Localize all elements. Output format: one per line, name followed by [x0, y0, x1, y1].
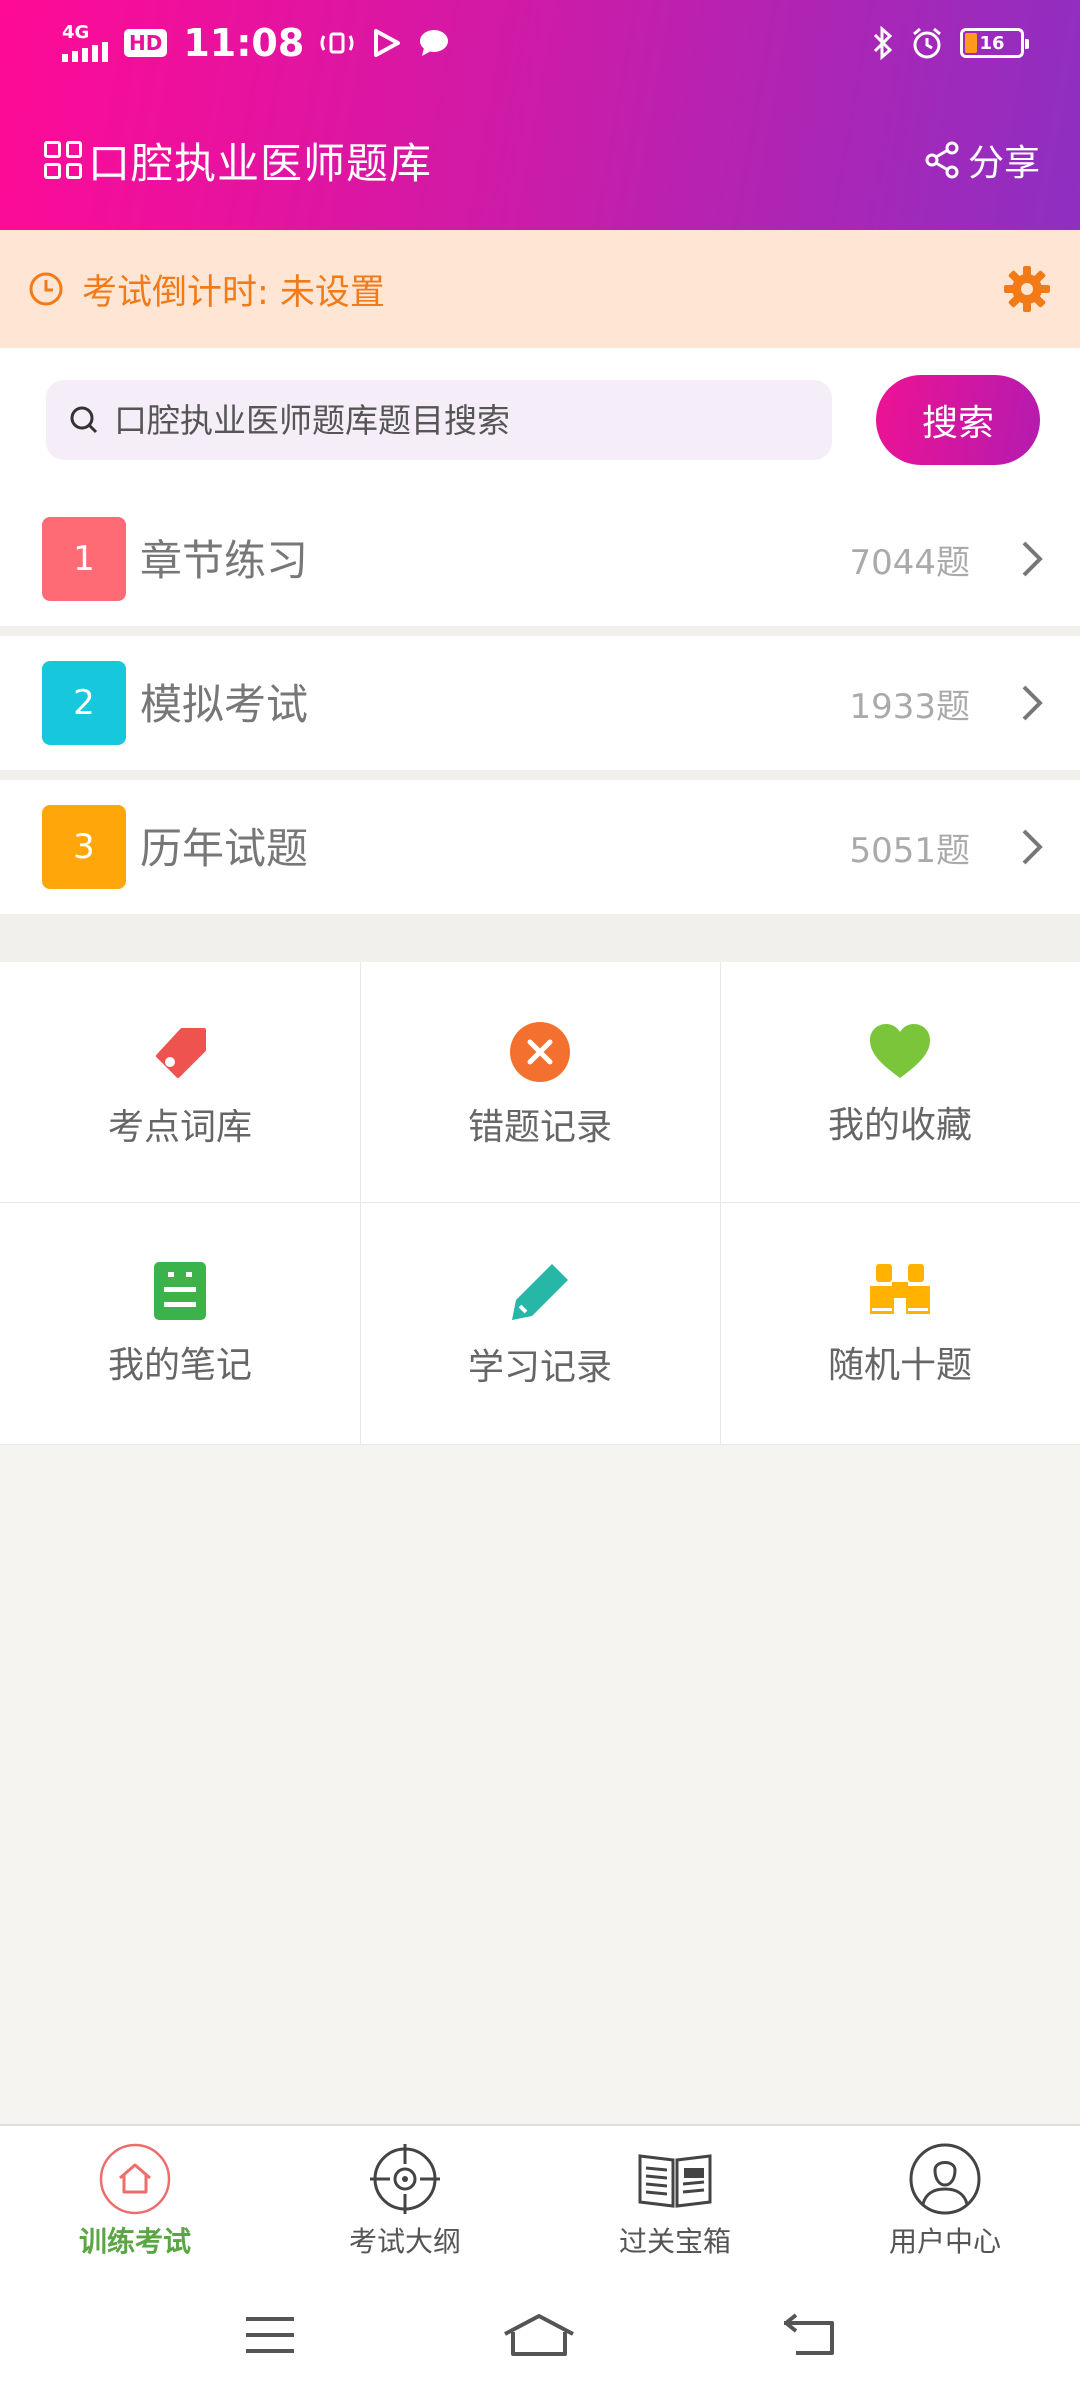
- app-title: 口腔执业医师题库: [88, 138, 433, 188]
- play-icon: [374, 29, 401, 57]
- tool-label: 考点词库: [107, 1107, 252, 1148]
- tool-label: 我的收藏: [827, 1105, 972, 1146]
- menu-icon[interactable]: [244, 2315, 296, 2355]
- search-icon: [70, 406, 98, 434]
- nav-label: 过关宝箱: [618, 2225, 731, 2258]
- message-icon: [420, 30, 449, 56]
- back-icon[interactable]: [782, 2313, 836, 2357]
- divider: [0, 770, 1080, 780]
- search-input[interactable]: [114, 400, 794, 440]
- list-item-mock-exam[interactable]: 2 模拟考试 1933题: [0, 636, 1080, 770]
- tool-random-ten[interactable]: 随机十题: [720, 1202, 1080, 1442]
- user-icon: [909, 2143, 981, 2215]
- share-label: 分享: [967, 143, 1040, 184]
- item-count: 5051题: [849, 830, 970, 871]
- status-bar: 4G HD 11:08 16: [0, 0, 1080, 86]
- exam-countdown-bar: 考试倒计时: 未设置: [0, 230, 1080, 348]
- divider: [0, 1444, 1080, 1445]
- search-button[interactable]: 搜索: [876, 375, 1040, 465]
- home-button-icon[interactable]: [503, 2312, 575, 2358]
- gear-icon[interactable]: [1002, 264, 1052, 314]
- share-button[interactable]: 分享: [924, 134, 1040, 186]
- close-circle-icon: [510, 1022, 570, 1082]
- tool-label: 我的笔记: [107, 1345, 252, 1386]
- tool-keyword-library[interactable]: 考点词库: [0, 962, 360, 1202]
- notebook-icon: [154, 1262, 206, 1320]
- item-label: 模拟考试: [140, 679, 309, 729]
- chevron-right-icon: [1022, 541, 1043, 577]
- target-icon: [370, 2144, 440, 2214]
- nav-label: 用户中心: [888, 2225, 1001, 2258]
- pencil-icon: [512, 1264, 568, 1320]
- item-count: 7044题: [849, 542, 970, 583]
- app-bar: 口腔执业医师题库 分享: [0, 110, 1080, 210]
- heart-icon: [870, 1024, 930, 1078]
- nav-item-training[interactable]: 训练考试: [0, 2126, 270, 2270]
- tool-label: 学习记录: [467, 1347, 612, 1388]
- clock-icon: [29, 272, 63, 306]
- home-icon: [99, 2143, 171, 2215]
- list-item-chapter-practice[interactable]: 1 章节练习 7044题: [0, 492, 1080, 626]
- section-gap: [0, 914, 1080, 962]
- bluetooth-icon: [873, 26, 893, 60]
- divider: [0, 626, 1080, 636]
- signal-icon: 4G: [62, 24, 108, 62]
- nav-item-treasure-box[interactable]: 过关宝箱: [540, 2126, 810, 2270]
- nav-label: 考试大纲: [348, 2225, 461, 2258]
- list-item-past-exams[interactable]: 3 历年试题 5051题: [0, 780, 1080, 914]
- number-badge: 3: [42, 805, 126, 889]
- tool-wrong-answers[interactable]: 错题记录: [360, 962, 720, 1202]
- tool-study-record[interactable]: 学习记录: [360, 1202, 720, 1442]
- bottom-nav: 训练考试 考试大纲 过关宝箱 用户中心: [0, 2124, 1080, 2270]
- grid-menu-icon[interactable]: [44, 141, 82, 179]
- header: 4G HD 11:08 16 口腔执业医师题库 分享: [0, 0, 1080, 230]
- alarm-icon: [913, 27, 941, 59]
- tool-label: 错题记录: [467, 1107, 612, 1148]
- system-nav-bar: [0, 2270, 1080, 2400]
- binoculars-icon: [870, 1264, 930, 1314]
- item-label: 历年试题: [140, 823, 309, 873]
- tool-label: 随机十题: [827, 1345, 972, 1386]
- hd-icon: HD: [124, 29, 168, 57]
- tools-grid: 考点词库 错题记录 我的收藏 我的笔记 学习记录 随机十题: [0, 962, 1080, 1444]
- countdown-text: 考试倒计时: 未设置: [82, 272, 385, 313]
- battery-icon: 16: [960, 28, 1029, 58]
- nav-item-user-center[interactable]: 用户中心: [810, 2126, 1080, 2270]
- nav-label: 训练考试: [78, 2225, 191, 2258]
- nav-item-syllabus[interactable]: 考试大纲: [270, 2126, 540, 2270]
- vibrate-icon: [320, 32, 354, 54]
- item-label: 章节练习: [140, 535, 309, 585]
- tag-icon: [156, 1028, 206, 1078]
- search-row: 搜索: [0, 348, 1080, 492]
- number-badge: 2: [42, 661, 126, 745]
- item-count: 1933题: [849, 686, 970, 727]
- chevron-right-icon: [1022, 829, 1043, 865]
- number-badge: 1: [42, 517, 126, 601]
- news-book-icon: [638, 2154, 712, 2208]
- status-time: 11:08: [183, 21, 305, 65]
- tool-favorites[interactable]: 我的收藏: [720, 962, 1080, 1202]
- share-icon: [925, 141, 959, 179]
- chevron-right-icon: [1022, 685, 1043, 721]
- network-label: 4G: [62, 22, 90, 43]
- search-box[interactable]: [46, 380, 832, 460]
- tool-notes[interactable]: 我的笔记: [0, 1202, 360, 1442]
